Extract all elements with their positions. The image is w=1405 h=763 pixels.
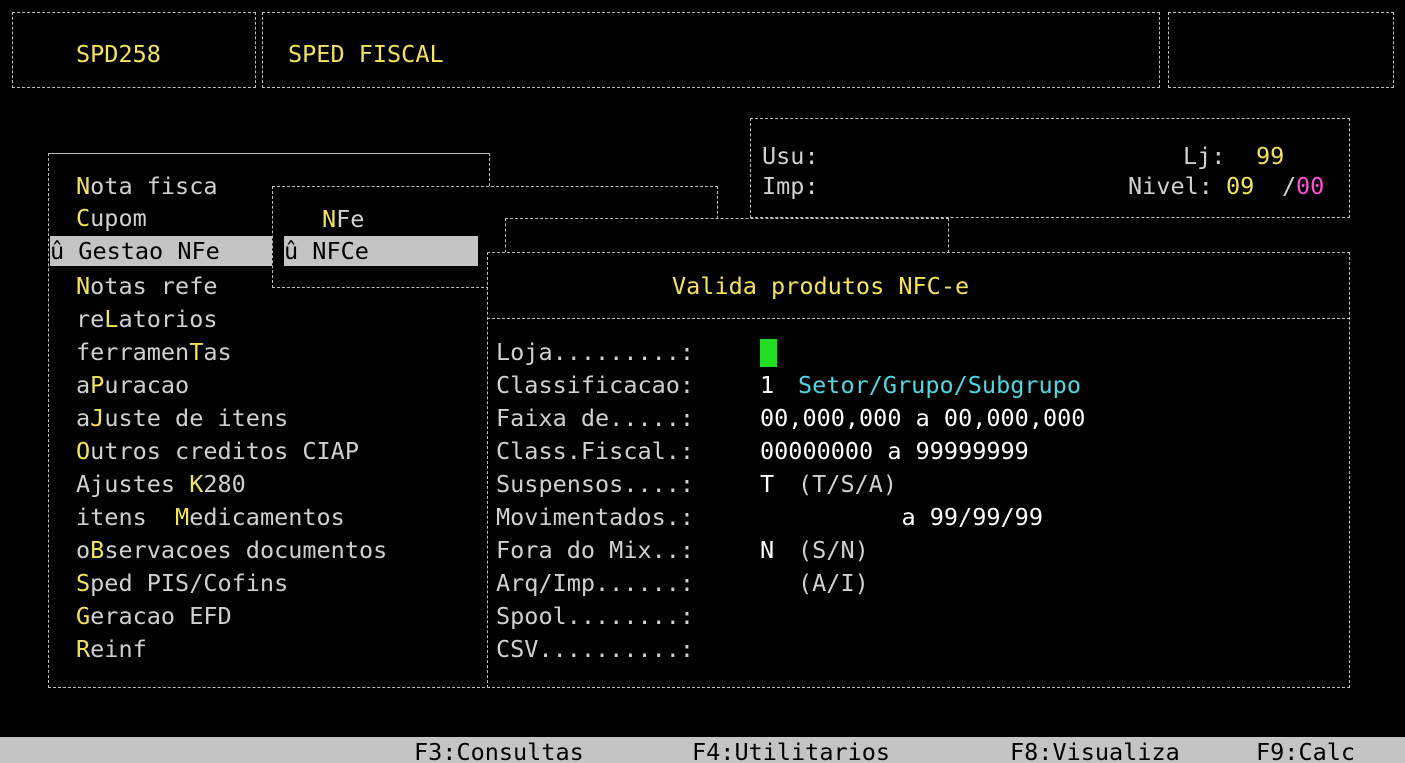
- menu-item-reinf[interactable]: Reinf: [76, 633, 147, 666]
- f9-calc-key[interactable]: F9:Calc: [1256, 737, 1355, 763]
- menu-item-outros-creditos[interactable]: Outros creditos CIAP: [76, 435, 359, 468]
- nivel-label: Nivel:: [1128, 172, 1213, 200]
- field-movimentados-value[interactable]: a 99/99/99: [760, 501, 1043, 534]
- field-classificacao-label: Classificacao:: [496, 371, 695, 399]
- header-right-box: [1168, 12, 1394, 88]
- menu-item-cupom[interactable]: Cupom: [76, 202, 147, 235]
- menu-item-observacoes[interactable]: oBservacoes documentos: [76, 534, 387, 567]
- field-csv-label: CSV..........:: [496, 635, 695, 663]
- loja-input-cursor[interactable]: [760, 339, 777, 367]
- menu-item-apuracao[interactable]: aPuracao: [76, 369, 189, 402]
- menu-item-gestao-nfe[interactable]: û Gestao NFe: [50, 236, 274, 266]
- imp-label: Imp:: [762, 172, 819, 200]
- field-movimentados-label: Movimentados.:: [496, 503, 695, 531]
- menu-item-ferramentas[interactable]: ferramenTas: [76, 336, 232, 369]
- status-bar: F3:Consultas F4:Utilitarios F8:Visualiza…: [0, 737, 1405, 763]
- field-loja-label: Loja.........:: [496, 338, 695, 366]
- field-suspensos-value[interactable]: T: [760, 468, 774, 501]
- field-classfiscal-value[interactable]: 00000000 a 99999999: [760, 435, 1029, 468]
- menu-item-ajuste-itens[interactable]: aJuste de itens: [76, 402, 288, 435]
- menu-item-notas-ref[interactable]: Notas refe: [76, 270, 218, 303]
- field-faixa-label: Faixa de.....:: [496, 404, 695, 432]
- menu-item-relatorios[interactable]: reLatorios: [76, 303, 218, 336]
- field-suspensos-label: Suspensos....:: [496, 470, 695, 498]
- menu-item-sped-pis[interactable]: Sped PIS/Cofins: [76, 567, 288, 600]
- f8-visualiza-key[interactable]: F8:Visualiza: [1010, 737, 1180, 763]
- menu-item-nota-fiscal[interactable]: Nota fisca: [76, 170, 218, 203]
- field-foramix-label: Fora do Mix..:: [496, 536, 695, 564]
- field-faixa-value[interactable]: 00,000,000 a 00,000,000: [760, 402, 1085, 435]
- menu-item-geracao-efd[interactable]: Geracao EFD: [76, 600, 232, 633]
- field-foramix-value[interactable]: N: [760, 534, 774, 567]
- f3-consultas-key[interactable]: F3:Consultas: [414, 737, 584, 763]
- field-classificacao-desc: Setor/Grupo/Subgrupo: [798, 371, 1081, 399]
- program-title: SPED FISCAL: [288, 40, 444, 68]
- field-classificacao-value[interactable]: 1: [760, 369, 774, 402]
- field-arqimp-label: Arq/Imp......:: [496, 569, 695, 597]
- program-code: SPD258: [76, 40, 161, 68]
- field-classfiscal-label: Class.Fiscal.:: [496, 437, 695, 465]
- nivel-sep: /: [1282, 172, 1297, 200]
- dialog-title-separator: [487, 318, 1350, 319]
- nivel-value-a: 09: [1226, 172, 1255, 200]
- field-foramix-hint: (S/N): [798, 536, 869, 564]
- field-arqimp-hint: (A/I): [798, 569, 869, 597]
- dialog-title: Valida produtos NFC-e: [672, 272, 970, 300]
- field-suspensos-hint: (T/S/A): [798, 470, 898, 498]
- submenu-item-nfe[interactable]: NFe: [322, 203, 364, 236]
- f4-utilitarios-key[interactable]: F4:Utilitarios: [692, 737, 890, 763]
- menu-item-ajustes-k280[interactable]: Ajustes K280: [76, 468, 246, 501]
- loja-value: 99: [1256, 142, 1285, 170]
- submenu-item-nfce[interactable]: û NFCe: [284, 236, 478, 266]
- menu-item-medicamentos[interactable]: itens Medicamentos: [76, 501, 345, 534]
- loja-label: Lj:: [1183, 142, 1226, 170]
- field-spool-label: Spool........:: [496, 602, 695, 630]
- nivel-value-b: 00: [1296, 172, 1325, 200]
- usu-label: Usu:: [762, 142, 819, 170]
